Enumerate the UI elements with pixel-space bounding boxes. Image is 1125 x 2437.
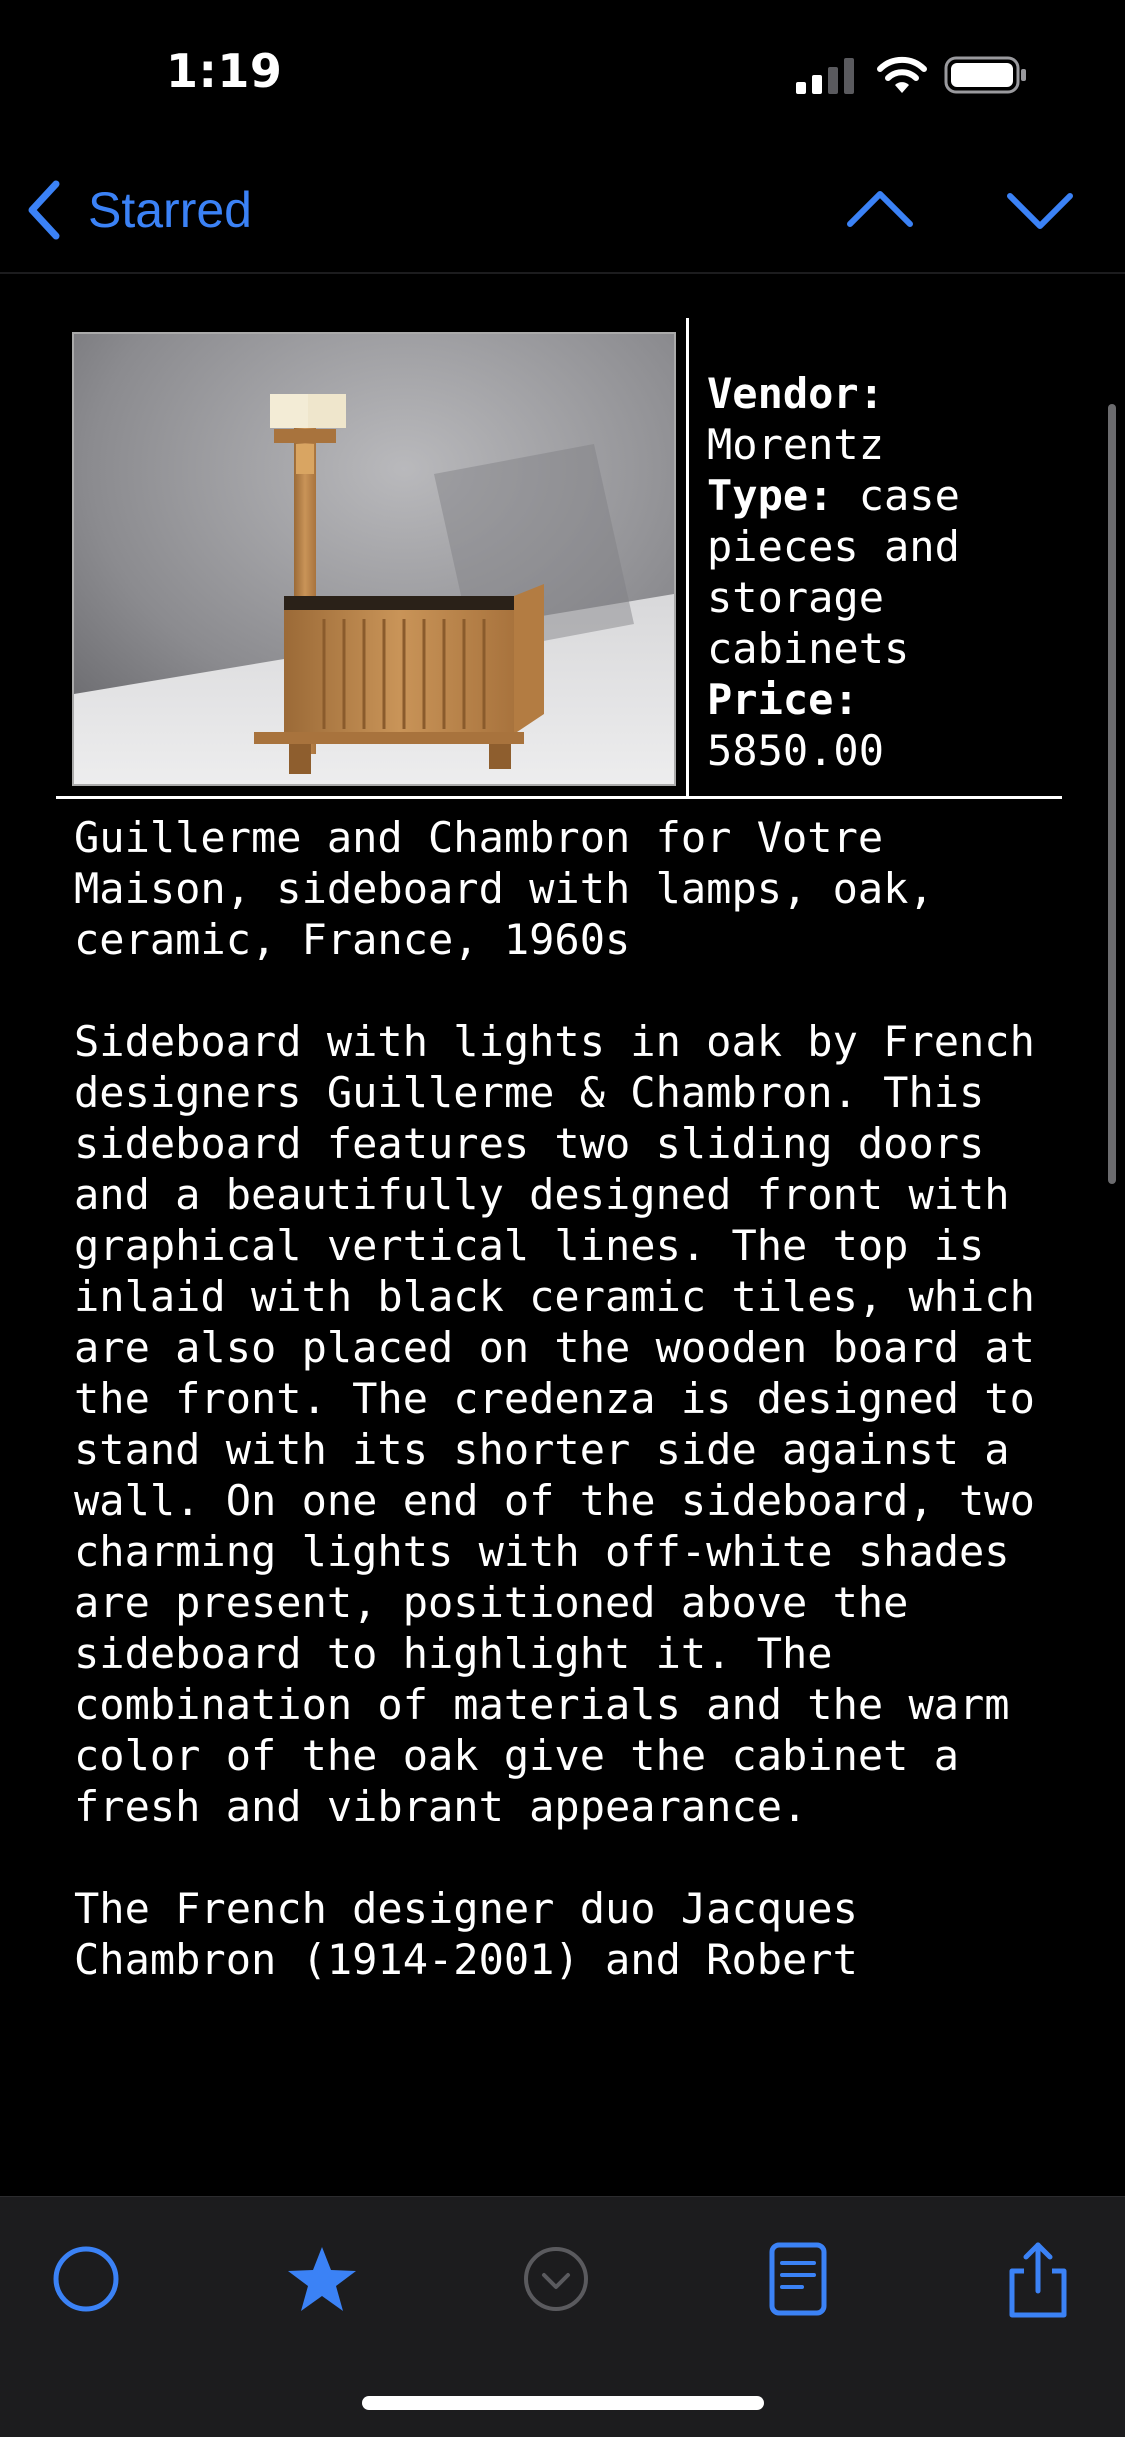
description-title: Guillerme and Chambron for Votre Maison,… [74,813,960,964]
product-details: Vendor: Morentz Type: case pieces and st… [707,368,1087,776]
description-body-continued: The French designer duo Jacques Chambron… [74,1884,884,1984]
reader-view-button[interactable] [758,2239,838,2319]
article-content[interactable]: Vendor: Morentz Type: case pieces and st… [0,274,1125,2194]
share-icon [1009,2242,1067,2318]
chevron-left-icon [28,180,60,240]
price-value: 5850.00 [707,726,885,775]
unread-toggle-button[interactable] [46,2239,126,2319]
status-bar: 1:19 [0,0,1125,150]
previous-item-button[interactable] [844,180,916,240]
wifi-icon [877,56,927,93]
vertical-divider [686,318,689,796]
status-time: 1:19 [166,44,283,98]
vendor-label: Vendor: [707,369,885,418]
type-label: Type: [707,471,834,520]
mark-read-button[interactable] [516,2239,596,2319]
scroll-indicator[interactable] [1108,404,1116,1184]
cellular-signal-icon [796,58,854,94]
document-icon [769,2242,827,2316]
battery-icon [944,56,1026,94]
vendor-value: Morentz [707,420,885,469]
description-body: Sideboard with lights in oak by French d… [74,1017,1061,1831]
back-button-label: Starred [88,182,252,238]
product-image [72,332,676,786]
share-button[interactable] [998,2239,1078,2319]
home-indicator[interactable] [362,2396,764,2410]
product-description: Guillerme and Chambron for Votre Maison,… [74,812,1074,1985]
horizontal-divider [56,796,1062,799]
next-item-button[interactable] [1004,180,1076,240]
chevron-up-icon [847,191,913,227]
sideboard-illustration [74,334,674,784]
star-button[interactable] [282,2239,362,2319]
star-icon [288,2247,356,2311]
price-label: Price: [707,675,859,724]
chevron-down-icon [1007,193,1073,229]
circle-icon [53,2246,119,2312]
back-button[interactable]: Starred [24,170,252,250]
navigation-bar: Starred [0,150,1125,274]
checkmark-circle-icon [524,2247,588,2311]
